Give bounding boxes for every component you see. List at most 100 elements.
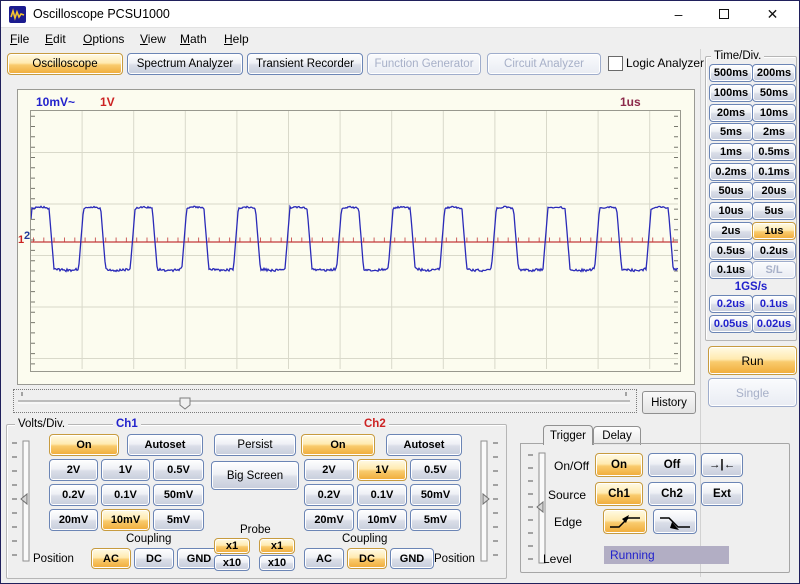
ch1-volts-0.2v[interactable]: 0.2V (49, 484, 98, 506)
ch2-volts-10mv[interactable]: 10mV (357, 509, 407, 531)
ch2-coupling-label: Coupling (342, 533, 387, 545)
ch1-volts-2v[interactable]: 2V (49, 459, 98, 481)
ch1-position-slider[interactable] (9, 437, 33, 565)
tab-oscilloscope[interactable]: Oscilloscope (7, 53, 123, 75)
close-button[interactable]: ✕ (746, 1, 799, 27)
timediv-100ms[interactable]: 100ms (709, 84, 753, 102)
run-button[interactable]: Run (708, 346, 797, 375)
ch2-volts-20mv[interactable]: 20mV (304, 509, 354, 531)
ch2-volts-50mv[interactable]: 50mV (410, 484, 461, 506)
trigger-edge-rising-selected[interactable] (603, 509, 647, 534)
ch1-voltsdiv-readout: 10mV~ (36, 95, 75, 109)
trigger-on-selected[interactable]: On (595, 453, 643, 477)
timediv-gs-0.02us[interactable]: 0.02us (752, 315, 796, 333)
logic-analyzer-checkbox[interactable] (608, 56, 623, 71)
history-button[interactable]: History (642, 391, 696, 414)
timediv-500ms[interactable]: 500ms (709, 64, 753, 82)
persist-button[interactable]: Persist (214, 434, 296, 456)
tab-spectrum-analyzer[interactable]: Spectrum Analyzer (127, 53, 243, 75)
trigger-source-label: Source (548, 488, 586, 502)
timediv-2ms[interactable]: 2ms (752, 123, 796, 141)
ch2-position-slider[interactable] (477, 437, 501, 565)
timediv-0.1us[interactable]: 0.1us (709, 261, 753, 279)
trigger-level-slider[interactable] (525, 450, 549, 566)
ch1-coupling-label: Coupling (126, 533, 171, 545)
menu-edit[interactable]: Edit (45, 32, 66, 46)
timediv-0.1ms[interactable]: 0.1ms (752, 163, 796, 181)
timediv-0.2us[interactable]: 0.2us (752, 242, 796, 260)
timediv-5ms[interactable]: 5ms (709, 123, 753, 141)
ch1-volts-0.1v[interactable]: 0.1V (101, 484, 150, 506)
ch1-coupling-ac-selected[interactable]: AC (91, 548, 131, 569)
trigger-edge-falling[interactable] (653, 509, 697, 534)
ch1-probe-x1-selected[interactable]: x1 (214, 538, 250, 554)
menu-math[interactable]: Math (180, 32, 207, 46)
horizontal-slider-graphic (14, 390, 634, 410)
ch1-volts-1v[interactable]: 1V (101, 459, 150, 481)
trigger-source-ch1-selected[interactable]: Ch1 (595, 482, 643, 506)
timediv-200ms[interactable]: 200ms (752, 64, 796, 82)
ch2-autoset-button[interactable]: Autoset (386, 434, 462, 456)
timediv-gs-0.2us[interactable]: 0.2us (709, 295, 753, 313)
trigger-source-ch2[interactable]: Ch2 (648, 482, 696, 506)
ch1-coupling-dc[interactable]: DC (134, 548, 174, 569)
trigger-edge-label: Edge (554, 515, 582, 529)
timediv-0.2ms[interactable]: 0.2ms (709, 163, 753, 181)
timediv-gs-0.1us[interactable]: 0.1us (752, 295, 796, 313)
ch2-volts-5mv[interactable]: 5mV (410, 509, 461, 531)
ch2-coupling-ac[interactable]: AC (304, 548, 344, 569)
big-screen-button[interactable]: Big Screen (211, 461, 299, 490)
trigger-status-text: Running (610, 548, 655, 562)
ch2-voltsdiv-readout: 1V (100, 95, 115, 109)
timediv-0.5ms[interactable]: 0.5ms (752, 143, 796, 161)
timediv-10us[interactable]: 10us (709, 202, 753, 220)
ch2-volts-1v-selected[interactable]: 1V (357, 459, 407, 481)
ch2-probe-x10[interactable]: x10 (259, 555, 295, 571)
tab-transient-recorder[interactable]: Transient Recorder (247, 53, 363, 75)
ch1-volts-10mv-selected[interactable]: 10mV (101, 509, 150, 531)
ch2-volts-0.5v[interactable]: 0.5V (410, 459, 461, 481)
maximize-button[interactable] (701, 1, 746, 27)
ch2-volts-0.2v[interactable]: 0.2V (304, 484, 354, 506)
ch2-on-button[interactable]: On (301, 434, 375, 456)
trigger-level-label: Level (543, 552, 572, 566)
timediv-10ms[interactable]: 10ms (752, 104, 796, 122)
ch2-coupling-gnd[interactable]: GND (390, 548, 434, 569)
title-bar: Oscilloscope PCSU1000 – ✕ (1, 1, 799, 28)
timediv-1us-selected[interactable]: 1us (752, 222, 796, 240)
menu-options[interactable]: Options (83, 32, 124, 46)
menu-file[interactable]: File (10, 32, 29, 46)
ch1-volts-20mv[interactable]: 20mV (49, 509, 98, 531)
timediv-5us[interactable]: 5us (752, 202, 796, 220)
ch1-on-button[interactable]: On (49, 434, 119, 456)
trigger-tab[interactable]: Trigger (543, 425, 593, 445)
timediv-50us[interactable]: 50us (709, 182, 753, 200)
ch1-probe-x10[interactable]: x10 (214, 555, 250, 571)
horizontal-position-slider[interactable] (13, 389, 637, 413)
minimize-button[interactable]: – (656, 1, 701, 27)
menu-view[interactable]: View (140, 32, 166, 46)
ch2-probe-x1-selected[interactable]: x1 (259, 538, 295, 554)
timediv-20ms[interactable]: 20ms (709, 104, 753, 122)
trigger-off[interactable]: Off (648, 453, 696, 477)
ch1-autoset-button[interactable]: Autoset (127, 434, 203, 456)
menu-help[interactable]: Help (224, 32, 249, 46)
probe-label: Probe (240, 524, 271, 536)
timediv-2us[interactable]: 2us (709, 222, 753, 240)
timediv-gs-0.05us[interactable]: 0.05us (709, 315, 753, 333)
ch1-volts-0.5v[interactable]: 0.5V (153, 459, 204, 481)
ch1-volts-50mv[interactable]: 50mV (153, 484, 204, 506)
maximize-icon (719, 9, 729, 19)
trigger-center-button[interactable]: →|← (701, 453, 743, 477)
trigger-source-ext[interactable]: Ext (701, 482, 743, 506)
falling-edge-icon (657, 514, 693, 530)
timediv-0.5us[interactable]: 0.5us (709, 242, 753, 260)
timediv-1ms[interactable]: 1ms (709, 143, 753, 161)
ch1-volts-5mv[interactable]: 5mV (153, 509, 204, 531)
timediv-20us[interactable]: 20us (752, 182, 796, 200)
ch2-coupling-dc-selected[interactable]: DC (347, 548, 387, 569)
ch2-volts-0.1v[interactable]: 0.1V (357, 484, 407, 506)
rising-edge-icon (607, 514, 643, 530)
ch2-volts-2v[interactable]: 2V (304, 459, 354, 481)
timediv-50ms[interactable]: 50ms (752, 84, 796, 102)
